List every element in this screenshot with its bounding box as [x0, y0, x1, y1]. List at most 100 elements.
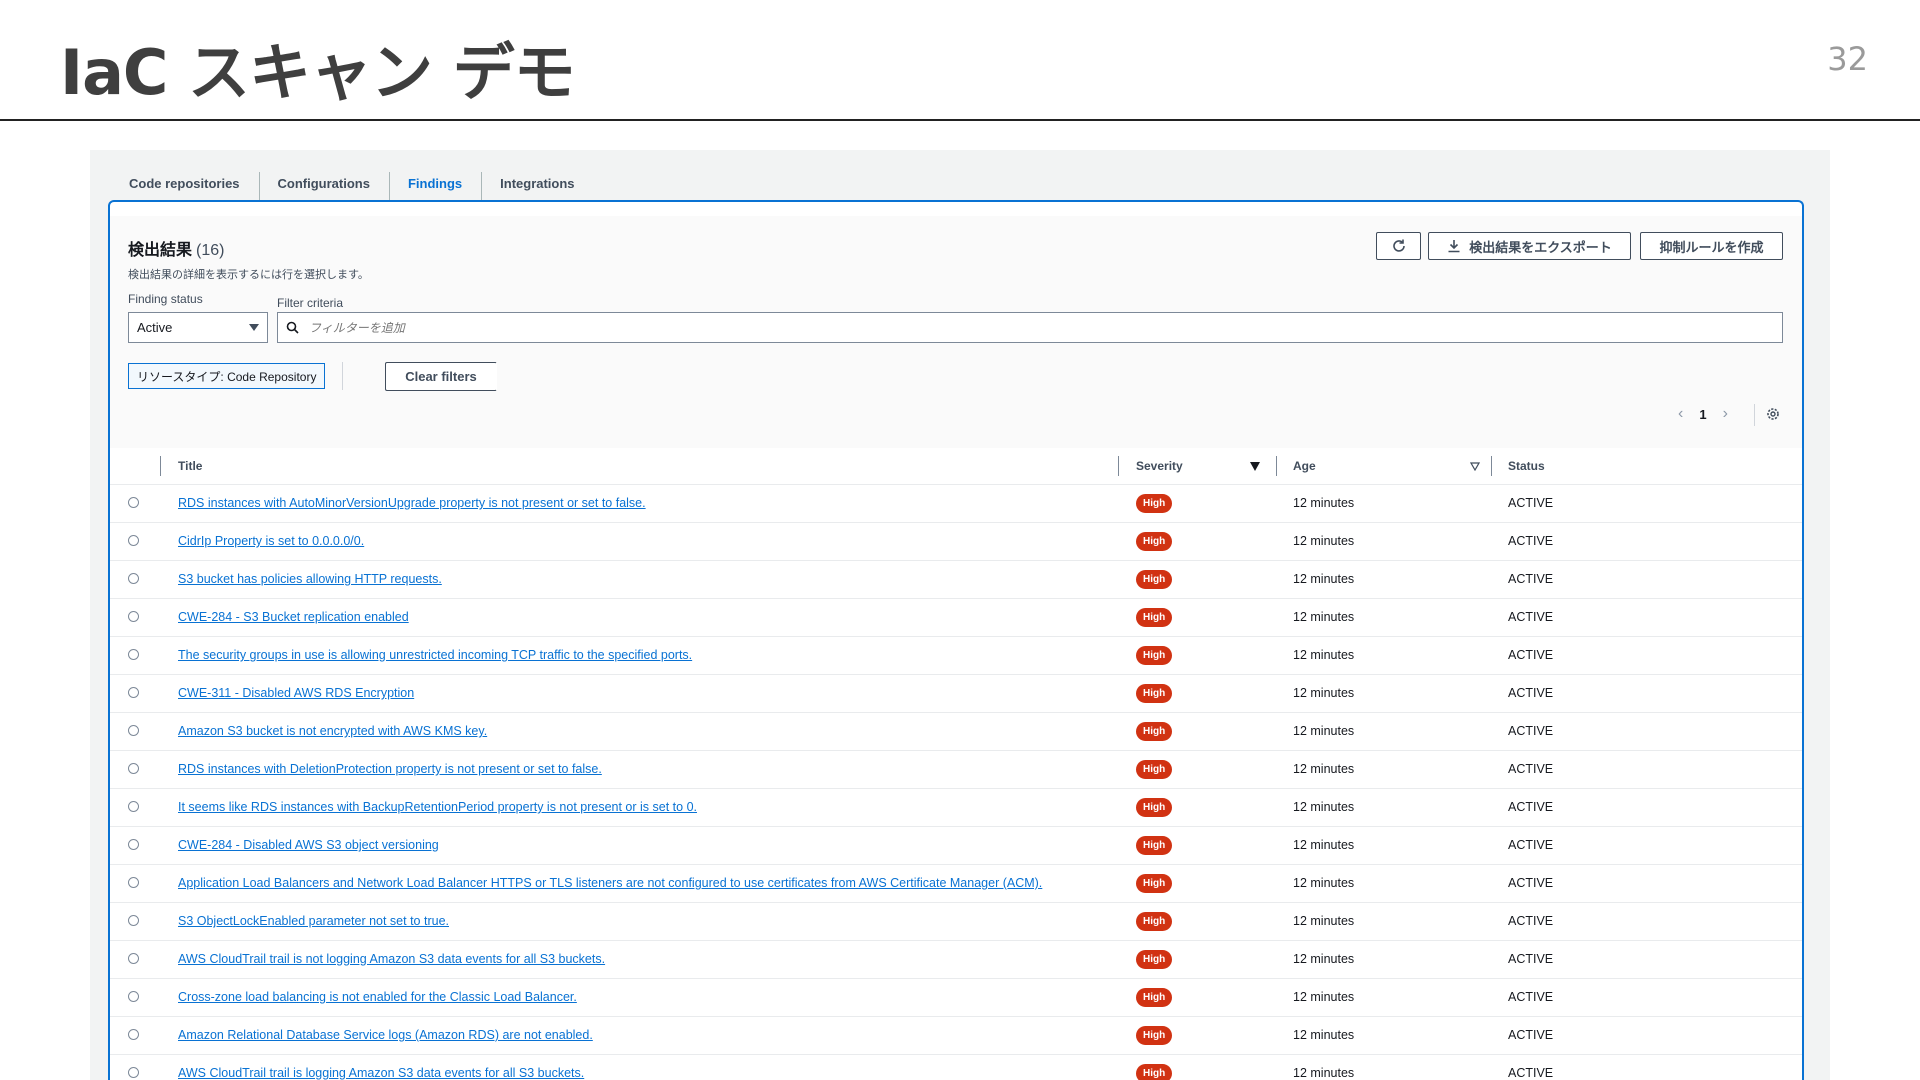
finding-title-link[interactable]: CWE-311 - Disabled AWS RDS Encryption [178, 686, 414, 700]
finding-title-link[interactable]: Amazon S3 bucket is not encrypted with A… [178, 724, 487, 738]
severity-badge: High [1136, 988, 1173, 1007]
table-row[interactable]: Cross-zone load balancing is not enabled… [110, 979, 1802, 1017]
finding-title-link[interactable]: The security groups in use is allowing u… [178, 648, 692, 662]
filter-criteria-field[interactable] [277, 312, 1783, 343]
finding-status: ACTIVE [1508, 648, 1554, 662]
slide-title: IaC スキャン デモ [60, 36, 576, 109]
chevron-left-icon[interactable]: ‹ [1678, 405, 1683, 423]
column-header-severity[interactable]: Severity [1136, 448, 1183, 484]
column-divider [1491, 456, 1492, 476]
finding-title-link[interactable]: AWS CloudTrail trail is not logging Amaz… [178, 952, 605, 966]
finding-title-link[interactable]: CWE-284 - Disabled AWS S3 object version… [178, 838, 439, 852]
row-select-radio[interactable] [128, 687, 139, 698]
table-row[interactable]: RDS instances with AutoMinorVersionUpgra… [110, 485, 1802, 523]
current-page-number[interactable]: 1 [1699, 407, 1706, 422]
resource-type-filter-token[interactable]: リソースタイプ: Code Repository [128, 363, 326, 389]
table-row[interactable]: Amazon Relational Database Service logs … [110, 1017, 1802, 1055]
column-header-age[interactable]: Age [1293, 448, 1316, 484]
table-settings-button[interactable] [1765, 406, 1781, 427]
finding-title-link[interactable]: Cross-zone load balancing is not enabled… [178, 990, 577, 1004]
table-row[interactable]: The security groups in use is allowing u… [110, 637, 1802, 675]
table-row[interactable]: It seems like RDS instances with BackupR… [110, 789, 1802, 827]
row-select-radio[interactable] [128, 763, 139, 774]
column-divider [160, 456, 161, 476]
row-select-radio[interactable] [128, 1067, 139, 1078]
row-select-radio[interactable] [128, 839, 139, 850]
finding-title-link[interactable]: Application Load Balancers and Network L… [178, 876, 1042, 890]
finding-age: 12 minutes [1293, 724, 1355, 738]
finding-status-select[interactable]: Active [128, 312, 268, 343]
finding-age: 12 minutes [1293, 800, 1355, 814]
finding-age: 12 minutes [1293, 762, 1355, 776]
chevron-right-icon[interactable]: › [1723, 405, 1728, 423]
gear-icon [1767, 408, 1779, 420]
finding-age: 12 minutes [1293, 838, 1355, 852]
table-row[interactable]: AWS CloudTrail trail is logging Amazon S… [110, 1055, 1802, 1080]
finding-status-label: Finding status [128, 292, 203, 306]
table-row[interactable]: CWE-284 - S3 Bucket replication enabled H… [110, 599, 1802, 637]
row-select-radio[interactable] [128, 915, 139, 926]
refresh-button[interactable] [1376, 232, 1421, 260]
severity-badge: High [1136, 912, 1173, 931]
finding-status: ACTIVE [1508, 838, 1554, 852]
table-row[interactable]: Application Load Balancers and Network L… [110, 865, 1802, 903]
panel-title: 検出結果 (16) [128, 236, 224, 260]
table-row[interactable]: RDS instances with DeletionProtection pr… [110, 751, 1802, 789]
finding-title-link[interactable]: CWE-284 - S3 Bucket replication enabled [178, 610, 409, 624]
severity-badge: High [1136, 874, 1173, 893]
export-findings-button[interactable]: 検出結果をエクスポート [1428, 232, 1631, 260]
row-select-radio[interactable] [128, 801, 139, 812]
finding-status: ACTIVE [1508, 914, 1554, 928]
finding-status: ACTIVE [1508, 534, 1554, 548]
row-select-radio[interactable] [128, 1029, 139, 1040]
slide-page-number: 32 [1827, 40, 1868, 78]
finding-title-link[interactable]: S3 ObjectLockEnabled parameter not set t… [178, 914, 449, 928]
finding-title-link[interactable]: RDS instances with DeletionProtection pr… [178, 762, 602, 776]
finding-title-link[interactable]: AWS CloudTrail trail is logging Amazon S… [178, 1066, 584, 1080]
finding-age: 12 minutes [1293, 572, 1355, 586]
pagination: ‹ 1 › [1678, 405, 1728, 423]
finding-age: 12 minutes [1293, 648, 1355, 662]
download-icon [1448, 240, 1460, 253]
table-row[interactable]: S3 ObjectLockEnabled parameter not set t… [110, 903, 1802, 941]
table-row[interactable]: CWE-311 - Disabled AWS RDS Encryption Hig… [110, 675, 1802, 713]
table-row[interactable]: AWS CloudTrail trail is not logging Amaz… [110, 941, 1802, 979]
row-select-radio[interactable] [128, 497, 139, 508]
severity-badge: High [1136, 608, 1173, 627]
table-body: RDS instances with AutoMinorVersionUpgra… [110, 485, 1802, 1080]
finding-age: 12 minutes [1293, 1066, 1355, 1080]
filter-criteria-input[interactable] [307, 319, 1658, 336]
refresh-icon [1392, 239, 1405, 252]
finding-status: ACTIVE [1508, 1066, 1554, 1080]
finding-status: ACTIVE [1508, 762, 1554, 776]
finding-title-link[interactable]: S3 bucket has policies allowing HTTP req… [178, 572, 442, 586]
clear-filters-button[interactable]: Clear filters [385, 362, 497, 391]
table-row[interactable]: Amazon S3 bucket is not encrypted with A… [110, 713, 1802, 751]
table-row[interactable]: CidrIp Property is set to 0.0.0.0/0. High… [110, 523, 1802, 561]
finding-age: 12 minutes [1293, 876, 1355, 890]
console-screenshot: Code repositories Configurations Finding… [90, 150, 1830, 1080]
row-select-radio[interactable] [128, 611, 139, 622]
sort-icon[interactable] [1470, 462, 1480, 471]
column-header-status[interactable]: Status [1508, 448, 1545, 484]
table-row[interactable]: S3 bucket has policies allowing HTTP req… [110, 561, 1802, 599]
table-row[interactable]: CWE-284 - Disabled AWS S3 object version… [110, 827, 1802, 865]
row-select-radio[interactable] [128, 649, 139, 660]
finding-title-link[interactable]: RDS instances with AutoMinorVersionUpgra… [178, 496, 646, 510]
finding-title-link[interactable]: Amazon Relational Database Service logs … [178, 1028, 593, 1042]
severity-badge: High [1136, 1026, 1173, 1045]
row-select-radio[interactable] [128, 573, 139, 584]
severity-badge: High [1136, 684, 1173, 703]
row-select-radio[interactable] [128, 535, 139, 546]
row-select-radio[interactable] [128, 953, 139, 964]
sort-descending-icon[interactable] [1250, 462, 1260, 471]
create-suppression-rule-button[interactable]: 抑制ルールを作成 [1640, 232, 1783, 260]
panel-header: 検出結果 (16) 検出結果の詳細を表示するには行を選択します。 検出結果をエクス… [110, 216, 1802, 448]
finding-title-link[interactable]: CidrIp Property is set to 0.0.0.0/0. [178, 534, 364, 548]
finding-status: ACTIVE [1508, 1028, 1554, 1042]
row-select-radio[interactable] [128, 877, 139, 888]
column-header-title[interactable]: Title [178, 448, 202, 484]
row-select-radio[interactable] [128, 991, 139, 1002]
finding-title-link[interactable]: It seems like RDS instances with BackupR… [178, 800, 697, 814]
row-select-radio[interactable] [128, 725, 139, 736]
